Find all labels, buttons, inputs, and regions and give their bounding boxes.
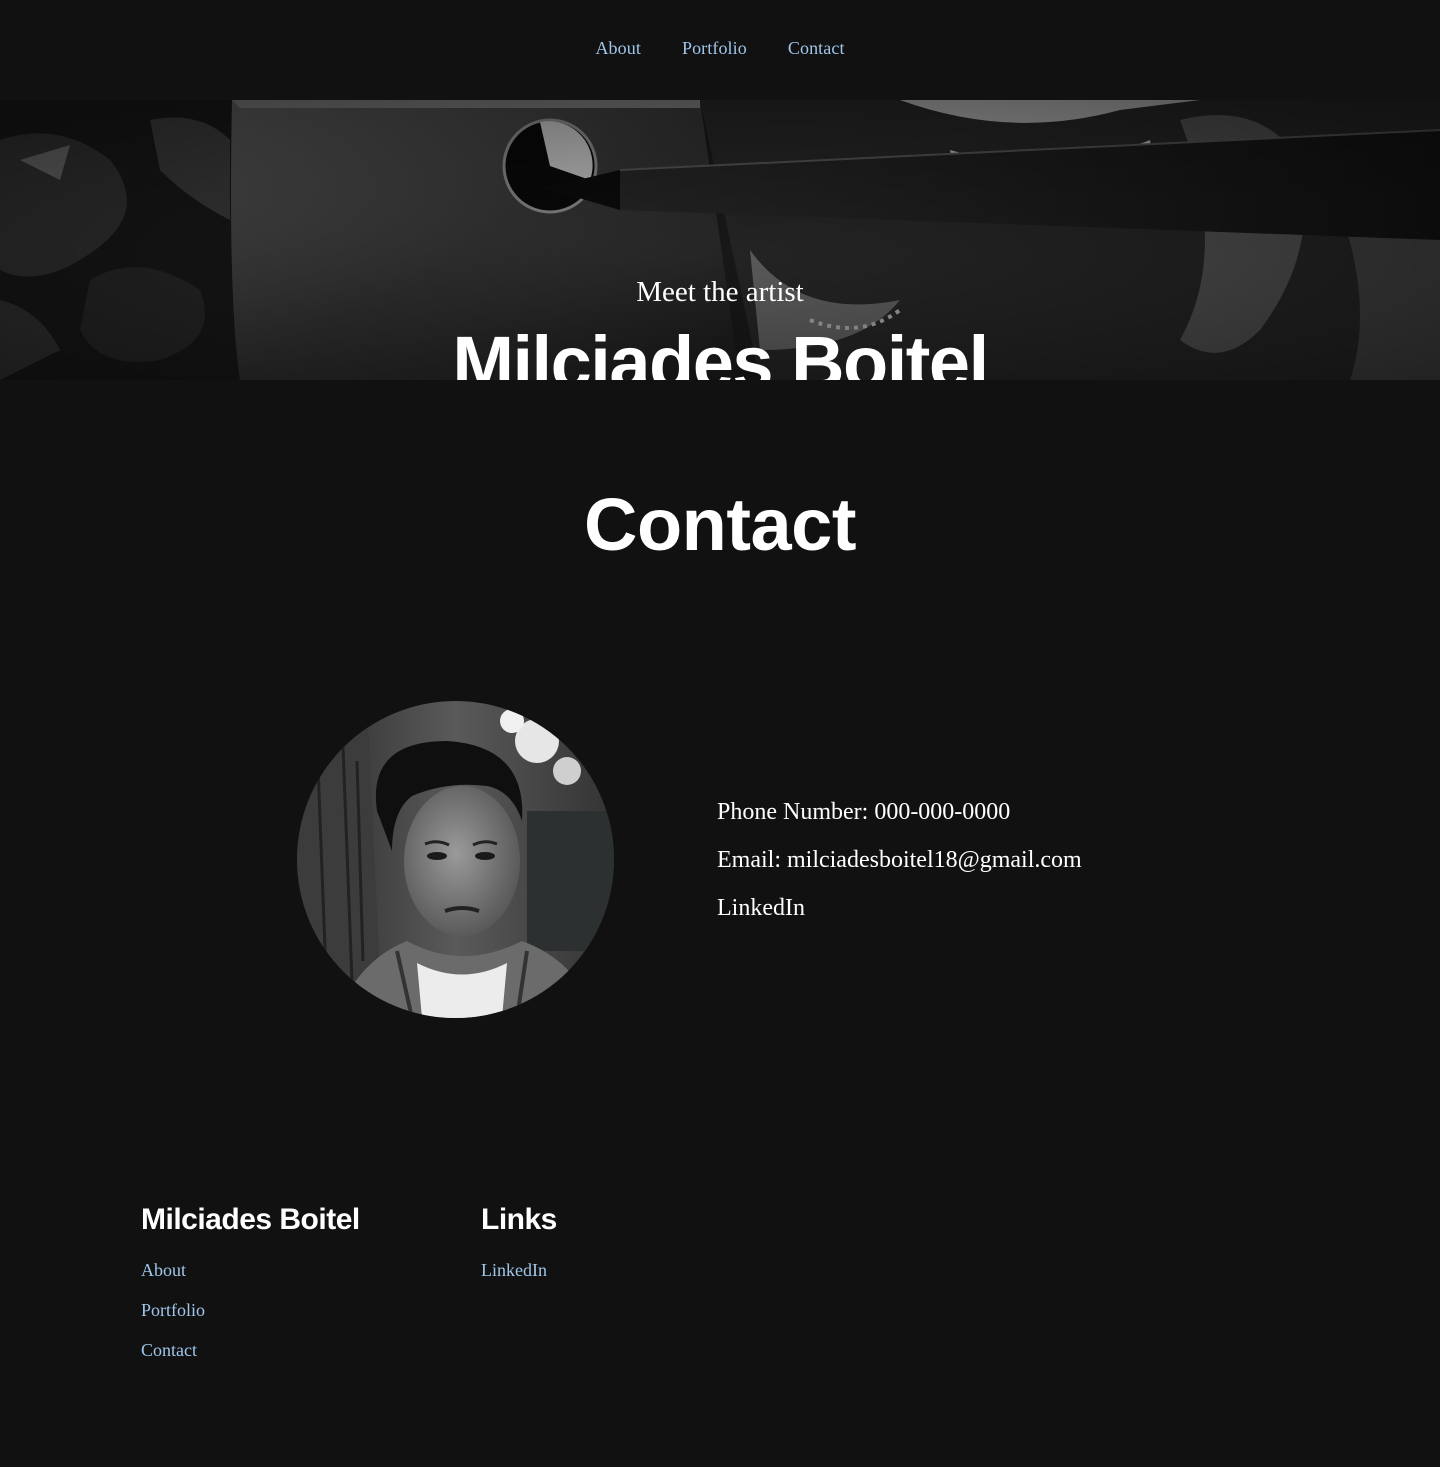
footer-link-linkedin[interactable]: LinkedIn	[481, 1260, 557, 1300]
footer-link-portfolio[interactable]: Portfolio	[141, 1300, 360, 1340]
nav-link-portfolio[interactable]: Portfolio	[682, 38, 747, 59]
page-title: Contact	[584, 483, 856, 566]
hero-title: Milciades Boitel	[452, 321, 989, 381]
footer-site-title: Milciades Boitel	[141, 1203, 360, 1236]
nav-link-contact[interactable]: Contact	[788, 38, 845, 59]
nav-link-about[interactable]: About	[595, 38, 641, 59]
hero-banner: Meet the artist Milciades Boitel	[0, 100, 1440, 380]
footer-link-contact[interactable]: Contact	[141, 1340, 360, 1380]
footer-column-links: Links LinkedIn	[481, 1200, 557, 1300]
linkedin-link[interactable]: LinkedIn	[717, 892, 1082, 940]
email-address[interactable]: Email: milciadesboitel18@gmail.com	[717, 844, 1082, 892]
top-nav: About Portfolio Contact	[0, 0, 1440, 100]
phone-number: Phone Number: 000-000-0000	[717, 799, 1011, 825]
artist-portrait	[297, 701, 614, 1018]
footer-link-about[interactable]: About	[141, 1260, 360, 1300]
portrait-photo	[297, 701, 614, 1018]
footer-column-site: Milciades Boitel About Portfolio Contact	[141, 1200, 360, 1380]
footer-links-heading: Links	[481, 1203, 557, 1236]
hero-subtitle: Meet the artist	[636, 276, 804, 308]
contact-info: Phone Number: 000-000-0000 Email: milcia…	[717, 796, 1082, 940]
